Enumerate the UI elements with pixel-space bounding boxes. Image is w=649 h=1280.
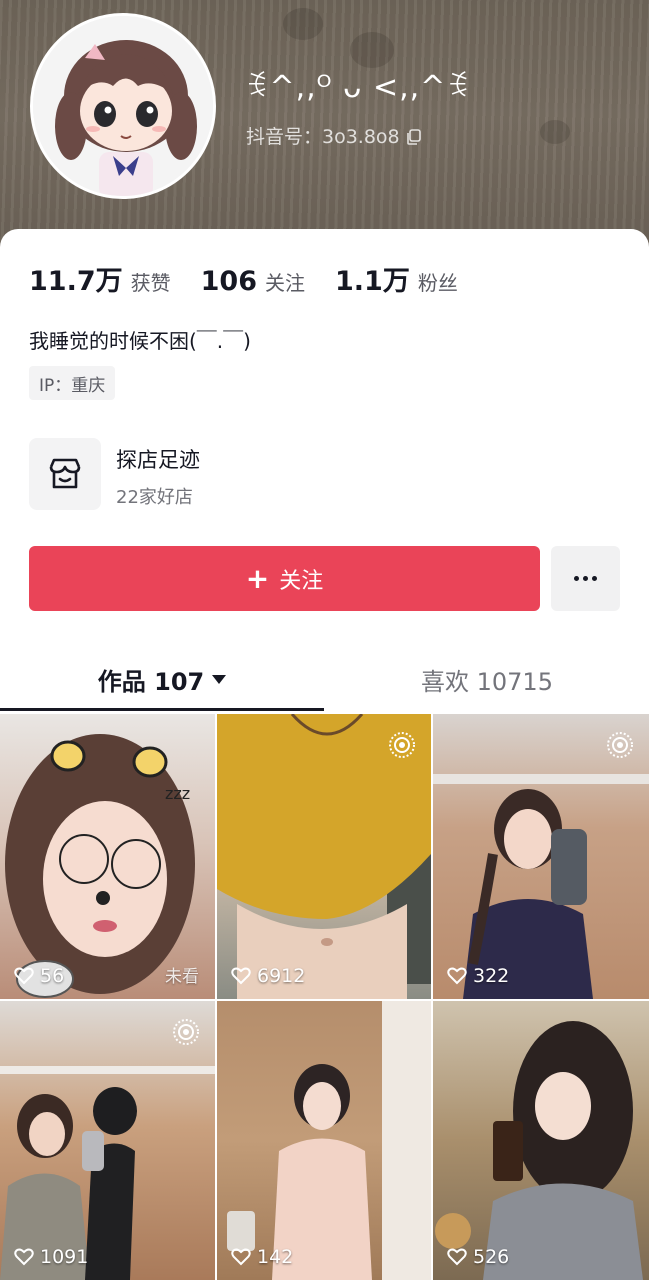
douyin-id-text: 抖音号：3o3.8o8	[246, 126, 400, 148]
like-count-text: 322	[473, 965, 510, 987]
heart-icon	[447, 967, 467, 985]
likes-count: 11.7万	[29, 266, 123, 297]
followers-label: 粉丝	[417, 271, 458, 295]
paw-print-decoration	[540, 120, 570, 144]
douyin-id[interactable]: 抖音号：3o3.8o8	[246, 122, 422, 149]
live-photo-icon	[173, 1019, 199, 1045]
live-photo-icon	[607, 732, 633, 758]
video-thumbnail[interactable]: 6912	[217, 714, 431, 999]
plus-icon: +	[245, 561, 270, 595]
unseen-badge: 未看	[165, 967, 199, 987]
heart-icon	[231, 967, 251, 985]
heart-icon	[231, 1248, 251, 1266]
following-label: 关注	[265, 271, 305, 295]
copy-icon[interactable]	[406, 128, 422, 145]
tab-likes[interactable]: 喜欢 10715	[325, 649, 649, 709]
followers-stat[interactable]: 1.1万 粉丝	[335, 259, 458, 298]
followers-count: 1.1万	[335, 266, 410, 297]
profile-card: 11.7万 获赞 106 关注 1.1万 粉丝 我睡觉的时候不困(￣.￣) IP…	[0, 229, 649, 1280]
following-count: 106	[200, 266, 257, 297]
tab-works-label: 作品 107	[97, 667, 205, 696]
active-tab-indicator	[0, 708, 324, 711]
shop-visits-entry[interactable]	[29, 438, 101, 510]
heart-icon	[447, 1248, 467, 1266]
paw-print-decoration	[283, 8, 323, 40]
video-grid: zzz 56 未看 6912 322 1091 142 526	[0, 714, 649, 1280]
like-count-text: 56	[40, 965, 65, 987]
video-thumbnail[interactable]: 142	[217, 1001, 431, 1280]
video-thumbnail[interactable]: 526	[433, 1001, 649, 1280]
video-thumbnail-image	[227, 1001, 431, 1280]
content-tabs: 作品 107 喜欢 10715	[0, 649, 649, 714]
follow-button-label: 关注	[279, 568, 324, 594]
live-photo-icon	[389, 732, 415, 758]
more-dots-icon	[574, 576, 579, 581]
likes-stat[interactable]: 11.7万 获赞	[29, 259, 171, 298]
avatar[interactable]	[30, 13, 216, 199]
nickname: ꉂ^,,ᴼ ᴗ <,,^ꉂ	[245, 70, 471, 105]
shop-visits-count: 22家好店	[116, 487, 193, 508]
paw-print-decoration	[350, 32, 394, 68]
video-like-count: 6912	[231, 965, 305, 987]
anime-girl-avatar-icon	[33, 16, 213, 196]
video-like-count: 56	[14, 965, 64, 987]
video-like-count: 322	[447, 965, 509, 987]
video-thumbnail[interactable]: zzz 56 未看	[0, 714, 215, 999]
shop-visits-title[interactable]: 探店足迹	[116, 444, 200, 474]
following-stat[interactable]: 106 关注	[201, 266, 305, 297]
more-dots-icon	[592, 576, 597, 581]
storefront-icon	[49, 458, 81, 489]
like-count-text: 1091	[40, 1246, 89, 1268]
svg-text:zzz: zzz	[165, 784, 190, 803]
likes-label: 获赞	[130, 271, 171, 295]
ip-location-tag: IP：重庆	[29, 366, 116, 400]
caret-down-icon[interactable]	[212, 674, 227, 684]
video-like-count: 142	[231, 1246, 293, 1268]
follow-button[interactable]: + 关注	[29, 546, 540, 611]
tab-works[interactable]: 作品 107	[0, 649, 324, 709]
more-dots-icon	[583, 576, 588, 581]
bio-text: 我睡觉的时候不困(￣.￣)	[29, 329, 251, 353]
video-like-count: 526	[447, 1246, 509, 1268]
tab-likes-label: 喜欢 10715	[421, 667, 553, 696]
heart-icon	[14, 1248, 34, 1266]
video-thumbnail-image: zzz	[5, 734, 195, 998]
like-count-text: 142	[257, 1246, 294, 1268]
video-thumbnail[interactable]: 1091	[0, 1001, 215, 1280]
like-count-text: 6912	[257, 965, 306, 987]
profile-stats: 11.7万 获赞 106 关注 1.1万 粉丝	[29, 259, 488, 298]
video-thumbnail[interactable]: 322	[433, 714, 649, 999]
heart-icon	[14, 967, 34, 985]
more-options-button[interactable]	[551, 546, 620, 611]
video-like-count: 1091	[14, 1246, 88, 1268]
like-count-text: 526	[473, 1246, 510, 1268]
video-thumbnail-image	[435, 1021, 643, 1280]
